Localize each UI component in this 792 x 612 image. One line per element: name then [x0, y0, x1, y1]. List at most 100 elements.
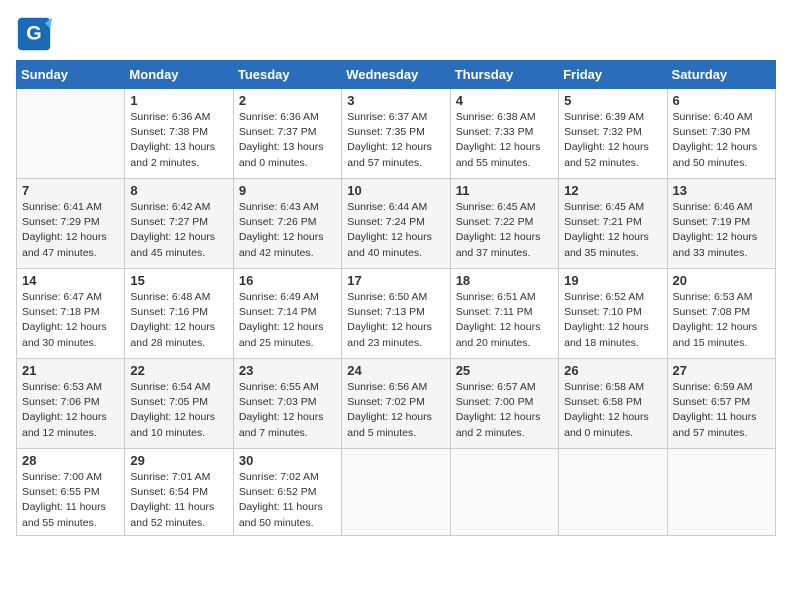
calendar-cell: [450, 449, 558, 536]
logo-icon: G: [16, 16, 52, 52]
cell-info: Sunrise: 6:52 AMSunset: 7:10 PMDaylight:…: [564, 290, 661, 351]
calendar-cell: 15 Sunrise: 6:48 AMSunset: 7:16 PMDayligh…: [125, 269, 233, 359]
calendar-cell: 2 Sunrise: 6:36 AMSunset: 7:37 PMDaylight…: [233, 89, 341, 179]
day-number: 26: [564, 363, 661, 378]
calendar-cell: 17 Sunrise: 6:50 AMSunset: 7:13 PMDayligh…: [342, 269, 450, 359]
calendar-cell: 25 Sunrise: 6:57 AMSunset: 7:00 PMDayligh…: [450, 359, 558, 449]
day-number: 11: [456, 183, 553, 198]
calendar-cell: 22 Sunrise: 6:54 AMSunset: 7:05 PMDayligh…: [125, 359, 233, 449]
calendar-cell: 3 Sunrise: 6:37 AMSunset: 7:35 PMDaylight…: [342, 89, 450, 179]
weekday-header-monday: Monday: [125, 61, 233, 89]
calendar-cell: 13Sunrise: 6:46 AMSunset: 7:19 PMDayligh…: [667, 179, 775, 269]
calendar-cell: 20 Sunrise: 6:53 AMSunset: 7:08 PMDayligh…: [667, 269, 775, 359]
calendar-cell: 26 Sunrise: 6:58 AMSunset: 6:58 PMDayligh…: [559, 359, 667, 449]
day-number: 12: [564, 183, 661, 198]
day-number: 6: [673, 93, 770, 108]
calendar-cell: 10Sunrise: 6:44 AMSunset: 7:24 PMDayligh…: [342, 179, 450, 269]
day-number: 30: [239, 453, 336, 468]
cell-info: Sunrise: 6:43 AMSunset: 7:26 PMDaylight:…: [239, 200, 336, 261]
cell-info: Sunrise: 6:53 AMSunset: 7:08 PMDaylight:…: [673, 290, 770, 351]
cell-info: Sunrise: 6:48 AMSunset: 7:16 PMDaylight:…: [130, 290, 227, 351]
cell-info: Sunrise: 6:37 AMSunset: 7:35 PMDaylight:…: [347, 110, 444, 171]
day-number: 16: [239, 273, 336, 288]
week-row-3: 14 Sunrise: 6:47 AMSunset: 7:18 PMDayligh…: [17, 269, 776, 359]
cell-info: Sunrise: 6:45 AMSunset: 7:21 PMDaylight:…: [564, 200, 661, 261]
calendar-cell: 28 Sunrise: 7:00 AMSunset: 6:55 PMDayligh…: [17, 449, 125, 536]
day-number: 7: [22, 183, 119, 198]
day-number: 9: [239, 183, 336, 198]
day-number: 22: [130, 363, 227, 378]
day-number: 17: [347, 273, 444, 288]
calendar-cell: 12 Sunrise: 6:45 AMSunset: 7:21 PMDayligh…: [559, 179, 667, 269]
day-number: 3: [347, 93, 444, 108]
logo: G: [16, 16, 56, 52]
page-header: G: [16, 16, 776, 52]
calendar-cell: 5Sunrise: 6:39 AMSunset: 7:32 PMDaylight…: [559, 89, 667, 179]
day-number: 2: [239, 93, 336, 108]
calendar-cell: 18 Sunrise: 6:51 AMSunset: 7:11 PMDayligh…: [450, 269, 558, 359]
calendar-table: SundayMondayTuesdayWednesdayThursdayFrid…: [16, 60, 776, 536]
weekday-header-thursday: Thursday: [450, 61, 558, 89]
calendar-cell: 27Sunrise: 6:59 AMSunset: 6:57 PMDayligh…: [667, 359, 775, 449]
cell-info: Sunrise: 6:54 AMSunset: 7:05 PMDaylight:…: [130, 380, 227, 441]
day-number: 8: [130, 183, 227, 198]
calendar-cell: [667, 449, 775, 536]
day-number: 15: [130, 273, 227, 288]
cell-info: Sunrise: 6:40 AMSunset: 7:30 PMDaylight:…: [673, 110, 770, 171]
week-row-2: 7 Sunrise: 6:41 AMSunset: 7:29 PMDaylight…: [17, 179, 776, 269]
cell-info: Sunrise: 6:56 AMSunset: 7:02 PMDaylight:…: [347, 380, 444, 441]
calendar-cell: 19 Sunrise: 6:52 AMSunset: 7:10 PMDayligh…: [559, 269, 667, 359]
cell-info: Sunrise: 6:41 AMSunset: 7:29 PMDaylight:…: [22, 200, 119, 261]
cell-info: Sunrise: 6:44 AMSunset: 7:24 PMDaylight:…: [347, 200, 444, 261]
weekday-header-tuesday: Tuesday: [233, 61, 341, 89]
cell-info: Sunrise: 6:46 AMSunset: 7:19 PMDaylight:…: [673, 200, 770, 261]
calendar-cell: 14 Sunrise: 6:47 AMSunset: 7:18 PMDayligh…: [17, 269, 125, 359]
calendar-cell: 16 Sunrise: 6:49 AMSunset: 7:14 PMDayligh…: [233, 269, 341, 359]
day-number: 28: [22, 453, 119, 468]
day-number: 4: [456, 93, 553, 108]
cell-info: Sunrise: 6:51 AMSunset: 7:11 PMDaylight:…: [456, 290, 553, 351]
cell-info: Sunrise: 6:42 AMSunset: 7:27 PMDaylight:…: [130, 200, 227, 261]
calendar-cell: 9 Sunrise: 6:43 AMSunset: 7:26 PMDaylight…: [233, 179, 341, 269]
cell-info: Sunrise: 6:50 AMSunset: 7:13 PMDaylight:…: [347, 290, 444, 351]
day-number: 14: [22, 273, 119, 288]
cell-info: Sunrise: 6:36 AMSunset: 7:37 PMDaylight:…: [239, 110, 336, 171]
cell-info: Sunrise: 6:57 AMSunset: 7:00 PMDaylight:…: [456, 380, 553, 441]
cell-info: Sunrise: 6:38 AMSunset: 7:33 PMDaylight:…: [456, 110, 553, 171]
calendar-cell: 11Sunrise: 6:45 AMSunset: 7:22 PMDayligh…: [450, 179, 558, 269]
svg-text:G: G: [26, 22, 41, 44]
cell-info: Sunrise: 6:36 AMSunset: 7:38 PMDaylight:…: [130, 110, 227, 171]
day-number: 20: [673, 273, 770, 288]
calendar-cell: 24 Sunrise: 6:56 AMSunset: 7:02 PMDayligh…: [342, 359, 450, 449]
weekday-header-saturday: Saturday: [667, 61, 775, 89]
cell-info: Sunrise: 6:59 AMSunset: 6:57 PMDaylight:…: [673, 380, 770, 441]
cell-info: Sunrise: 7:02 AMSunset: 6:52 PMDaylight:…: [239, 470, 336, 531]
cell-info: Sunrise: 7:01 AMSunset: 6:54 PMDaylight:…: [130, 470, 227, 531]
day-number: 1: [130, 93, 227, 108]
cell-info: Sunrise: 7:00 AMSunset: 6:55 PMDaylight:…: [22, 470, 119, 531]
weekday-header-friday: Friday: [559, 61, 667, 89]
day-number: 23: [239, 363, 336, 378]
calendar-cell: 8 Sunrise: 6:42 AMSunset: 7:27 PMDaylight…: [125, 179, 233, 269]
calendar-cell: 7 Sunrise: 6:41 AMSunset: 7:29 PMDaylight…: [17, 179, 125, 269]
day-number: 21: [22, 363, 119, 378]
weekday-header-wednesday: Wednesday: [342, 61, 450, 89]
calendar-cell: 6 Sunrise: 6:40 AMSunset: 7:30 PMDaylight…: [667, 89, 775, 179]
day-number: 18: [456, 273, 553, 288]
day-number: 24: [347, 363, 444, 378]
calendar-cell: [17, 89, 125, 179]
cell-info: Sunrise: 6:53 AMSunset: 7:06 PMDaylight:…: [22, 380, 119, 441]
day-number: 19: [564, 273, 661, 288]
calendar-cell: 23 Sunrise: 6:55 AMSunset: 7:03 PMDayligh…: [233, 359, 341, 449]
cell-info: Sunrise: 6:39 AMSunset: 7:32 PMDaylight:…: [564, 110, 661, 171]
day-number: 25: [456, 363, 553, 378]
cell-info: Sunrise: 6:58 AMSunset: 6:58 PMDaylight:…: [564, 380, 661, 441]
cell-info: Sunrise: 6:49 AMSunset: 7:14 PMDaylight:…: [239, 290, 336, 351]
cell-info: Sunrise: 6:47 AMSunset: 7:18 PMDaylight:…: [22, 290, 119, 351]
calendar-cell: 21 Sunrise: 6:53 AMSunset: 7:06 PMDayligh…: [17, 359, 125, 449]
calendar-cell: 4 Sunrise: 6:38 AMSunset: 7:33 PMDaylight…: [450, 89, 558, 179]
cell-info: Sunrise: 6:55 AMSunset: 7:03 PMDaylight:…: [239, 380, 336, 441]
week-row-5: 28 Sunrise: 7:00 AMSunset: 6:55 PMDayligh…: [17, 449, 776, 536]
calendar-cell: 1 Sunrise: 6:36 AMSunset: 7:38 PMDaylight…: [125, 89, 233, 179]
week-row-1: 1 Sunrise: 6:36 AMSunset: 7:38 PMDaylight…: [17, 89, 776, 179]
